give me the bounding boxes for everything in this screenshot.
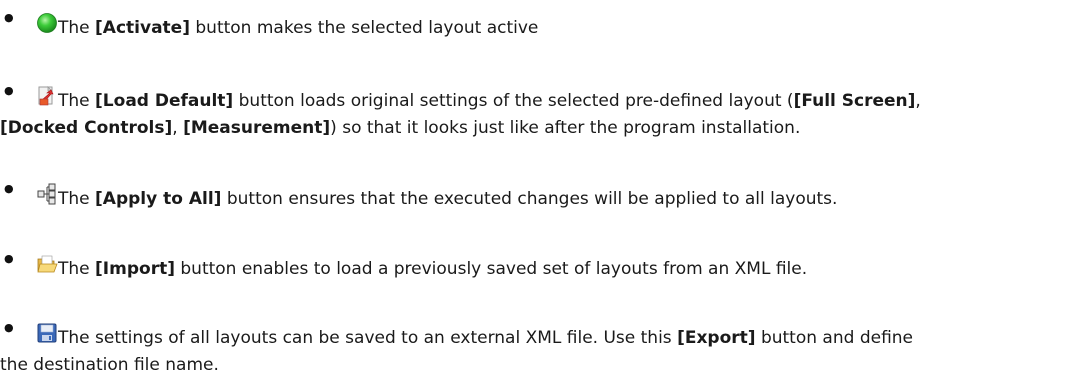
text-after: button and define <box>755 328 914 348</box>
load-default-button-name: [Load Default] <box>95 91 234 111</box>
docked-controls-name: [Docked Controls] <box>0 118 173 138</box>
bullet: ● <box>4 11 14 24</box>
measurement-name: [Measurement] <box>183 118 331 138</box>
text-after: button makes the selected layout active <box>189 18 539 38</box>
full-screen-name: [Full Screen] <box>793 91 916 111</box>
export-button-name: [Export] <box>677 328 756 348</box>
text-before: The <box>58 189 96 209</box>
bullet: ● <box>4 321 14 334</box>
text-after: ) so that it looks just like after the p… <box>330 118 801 138</box>
text-after: button ensures that the executed changes… <box>221 189 838 209</box>
text-mid: , <box>172 118 184 138</box>
load-default-icon <box>38 86 54 106</box>
bullet: ● <box>4 84 14 97</box>
green-circle-icon <box>37 13 57 33</box>
floppy-disk-icon <box>37 323 57 343</box>
folder-open-icon <box>37 255 58 273</box>
text-before: The <box>58 18 96 38</box>
item-text: The [Apply to All] button ensures that t… <box>58 187 837 211</box>
item-text: The [Activate] button makes the selected… <box>58 16 538 40</box>
text-before: The <box>58 91 96 111</box>
item-text-line2: the destination file name. <box>0 353 219 377</box>
text-after: button enables to load a previously save… <box>174 259 808 279</box>
text-before: The settings of all layouts can be saved… <box>58 328 678 348</box>
apply-to-all-button-name: [Apply to All] <box>95 189 222 209</box>
item-text-line2: [Docked Controls], [Measurement]) so tha… <box>0 116 800 140</box>
bullet: ● <box>4 182 14 195</box>
item-text: The [Import] button enables to load a pr… <box>58 257 807 281</box>
item-text: The [Load Default] button loads original… <box>58 89 921 113</box>
activate-button-name: [Activate] <box>95 18 190 38</box>
text-before: The <box>58 259 96 279</box>
text-after: button loads original settings of the se… <box>233 91 794 111</box>
apply-to-all-icon <box>37 183 56 205</box>
text-line2: the destination file name. <box>0 355 219 375</box>
import-button-name: [Import] <box>95 259 175 279</box>
text-after: , <box>915 91 921 111</box>
item-text: The settings of all layouts can be saved… <box>58 326 913 350</box>
bullet: ● <box>4 252 14 265</box>
